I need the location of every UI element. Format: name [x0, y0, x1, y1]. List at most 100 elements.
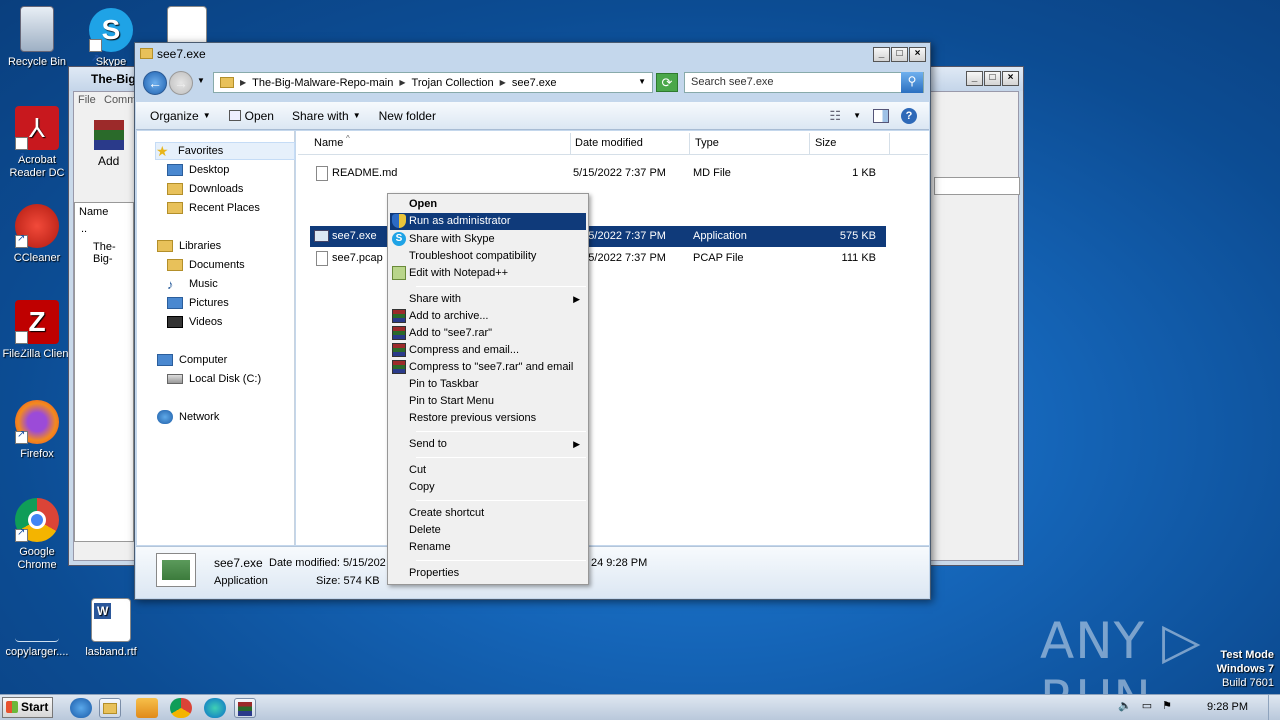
- internet-explorer-icon[interactable]: [70, 698, 92, 718]
- nav-item-libraries[interactable]: Libraries: [157, 237, 221, 255]
- view-options-icon[interactable]: ☷: [829, 108, 841, 124]
- column-type[interactable]: Type: [695, 137, 719, 149]
- maximize-button[interactable]: □: [891, 47, 908, 62]
- breadcrumb-item[interactable]: The-Big-Malware-Repo-main: [252, 77, 393, 89]
- show-desktop-button[interactable]: [1268, 695, 1280, 720]
- share-with-button[interactable]: Share with ▼: [292, 109, 361, 123]
- back-button[interactable]: ←: [143, 71, 167, 95]
- close-button[interactable]: ×: [1002, 71, 1019, 86]
- nav-item-computer[interactable]: Computer: [157, 351, 227, 369]
- menu-separator: [416, 560, 586, 561]
- menu-item-edit-notepadpp[interactable]: Edit with Notepad++: [390, 265, 586, 282]
- menu-item-add-to-rar[interactable]: Add to "see7.rar": [390, 325, 586, 342]
- file-type: MD File: [693, 167, 731, 179]
- minimize-button[interactable]: _: [873, 47, 890, 62]
- nav-item-pictures[interactable]: Pictures: [167, 294, 229, 312]
- winrar-add-icon[interactable]: [94, 120, 124, 150]
- menu-item-troubleshoot[interactable]: Troubleshoot compatibility: [390, 248, 586, 265]
- list-item[interactable]: The-Big-: [93, 241, 133, 265]
- breadcrumb-item[interactable]: see7.exe: [512, 77, 557, 89]
- nav-item-videos[interactable]: Videos: [167, 313, 222, 331]
- nav-item-downloads[interactable]: Downloads: [167, 180, 243, 198]
- search-icon[interactable]: ⚲: [901, 72, 923, 93]
- taskbar-clock[interactable]: 9:28 PM: [1207, 701, 1248, 713]
- table-row[interactable]: README.md 5/15/2022 7:37 PM MD File 1 KB: [310, 163, 886, 184]
- menu-item-restore-versions[interactable]: Restore previous versions: [390, 410, 586, 427]
- chevron-down-icon[interactable]: ▼: [638, 77, 646, 86]
- desktop-icon-filezilla[interactable]: Z FileZilla Client: [0, 300, 74, 373]
- file-size: 111 KB: [841, 252, 876, 264]
- desktop-icon-lasband[interactable]: W lasband.rtf: [74, 598, 148, 659]
- menu-item-create-shortcut[interactable]: Create shortcut: [390, 505, 586, 522]
- winrar-taskbar-icon[interactable]: [234, 698, 256, 718]
- nav-item-documents[interactable]: Documents: [167, 256, 245, 274]
- search-input[interactable]: Search see7.exe ⚲: [684, 72, 924, 93]
- menu-item-pin-start[interactable]: Pin to Start Menu: [390, 393, 586, 410]
- column-date-modified[interactable]: Date modified: [575, 137, 643, 149]
- maximize-button[interactable]: □: [984, 71, 1001, 86]
- close-button[interactable]: ×: [909, 47, 926, 62]
- menu-item-delete[interactable]: Delete: [390, 522, 586, 539]
- menu-item-properties[interactable]: Properties: [390, 565, 586, 582]
- desktop-icon-firefox[interactable]: Firefox: [0, 400, 74, 461]
- desktop-icon-recycle-bin[interactable]: Recycle Bin: [0, 6, 74, 69]
- menu-item-add-to-archive[interactable]: Add to archive...: [390, 308, 586, 325]
- nav-item-music[interactable]: ♪ Music: [167, 275, 218, 293]
- refresh-button[interactable]: ⟳: [656, 73, 678, 92]
- column-size[interactable]: Size: [815, 137, 836, 149]
- new-folder-button[interactable]: New folder: [379, 109, 436, 123]
- desktop-icon-copylarger[interactable]: copylarger....: [0, 598, 74, 659]
- desktop-icon-ccleaner[interactable]: CCleaner: [0, 204, 74, 265]
- chrome-taskbar-icon[interactable]: [170, 698, 192, 718]
- menu-item-send-to[interactable]: Send to ▶: [390, 436, 586, 453]
- chevron-down-icon[interactable]: ▼: [853, 111, 861, 120]
- edge-icon[interactable]: [204, 698, 226, 718]
- forward-button[interactable]: →: [169, 71, 193, 95]
- menu-item-share-with-skype[interactable]: S Share with Skype: [390, 231, 586, 248]
- nav-item-local-disk[interactable]: Local Disk (C:): [167, 370, 261, 388]
- start-button[interactable]: Start: [2, 697, 53, 718]
- open-button[interactable]: Open: [228, 109, 274, 123]
- column-name[interactable]: Name: [314, 137, 343, 149]
- menu-item-open[interactable]: Open: [390, 196, 586, 213]
- desktop-icon-label: Google Chrome: [17, 546, 57, 571]
- menu-item-copy[interactable]: Copy: [390, 479, 586, 496]
- preview-pane-icon[interactable]: [873, 108, 889, 123]
- desktop-icon-acrobat[interactable]: ⅄ Acrobat Reader DC: [0, 106, 74, 180]
- menu-file[interactable]: File: [78, 94, 96, 106]
- action-center-flag-icon[interactable]: ⚑: [1162, 699, 1172, 712]
- system-tray: 🔈 ▭ ⚑: [1118, 699, 1172, 712]
- file-explorer-taskbar-icon[interactable]: [99, 698, 121, 718]
- folder-icon: [220, 77, 234, 88]
- menu-item-pin-taskbar[interactable]: Pin to Taskbar: [390, 376, 586, 393]
- organize-button[interactable]: Organize ▼: [150, 109, 211, 123]
- minimize-button[interactable]: _: [966, 71, 983, 86]
- column-name[interactable]: Name: [79, 206, 108, 218]
- search-placeholder: Search see7.exe: [691, 76, 774, 88]
- media-player-icon[interactable]: [136, 698, 158, 718]
- speaker-icon[interactable]: 🔈: [1118, 699, 1132, 712]
- nav-item-favorites[interactable]: ★ Favorites: [155, 142, 295, 160]
- nav-item-desktop[interactable]: Desktop: [167, 161, 229, 179]
- nav-item-recent-places[interactable]: Recent Places: [167, 199, 260, 217]
- desktop-icon-chrome[interactable]: Google Chrome: [0, 498, 74, 572]
- list-item[interactable]: ..: [81, 223, 87, 235]
- recent-pages-chevron-icon[interactable]: ▼: [197, 76, 205, 85]
- breadcrumb[interactable]: ▶ The-Big-Malware-Repo-main ▶ Trojan Col…: [213, 72, 653, 93]
- documents-icon: [167, 259, 183, 271]
- address-dropdown[interactable]: [934, 177, 1020, 195]
- menu-item-compress-rar-email[interactable]: Compress to "see7.rar" and email: [390, 359, 586, 376]
- nav-item-network[interactable]: Network: [157, 408, 219, 426]
- background-window-controls: _ □ ×: [966, 71, 1019, 86]
- breadcrumb-item[interactable]: Trojan Collection: [412, 77, 494, 89]
- menu-item-rename[interactable]: Rename: [390, 539, 586, 556]
- menu-item-share-with[interactable]: Share with ▶: [390, 291, 586, 308]
- menu-item-compress-email[interactable]: Compress and email...: [390, 342, 586, 359]
- menu-item-cut[interactable]: Cut: [390, 462, 586, 479]
- menu-item-run-as-administrator[interactable]: Run as administrator: [390, 213, 586, 230]
- desktop-icon: [167, 164, 183, 176]
- menu-commands[interactable]: Comm: [104, 94, 136, 106]
- network-tray-icon[interactable]: ▭: [1142, 699, 1152, 712]
- add-button-label[interactable]: Add: [98, 154, 119, 168]
- help-icon[interactable]: ?: [901, 107, 917, 124]
